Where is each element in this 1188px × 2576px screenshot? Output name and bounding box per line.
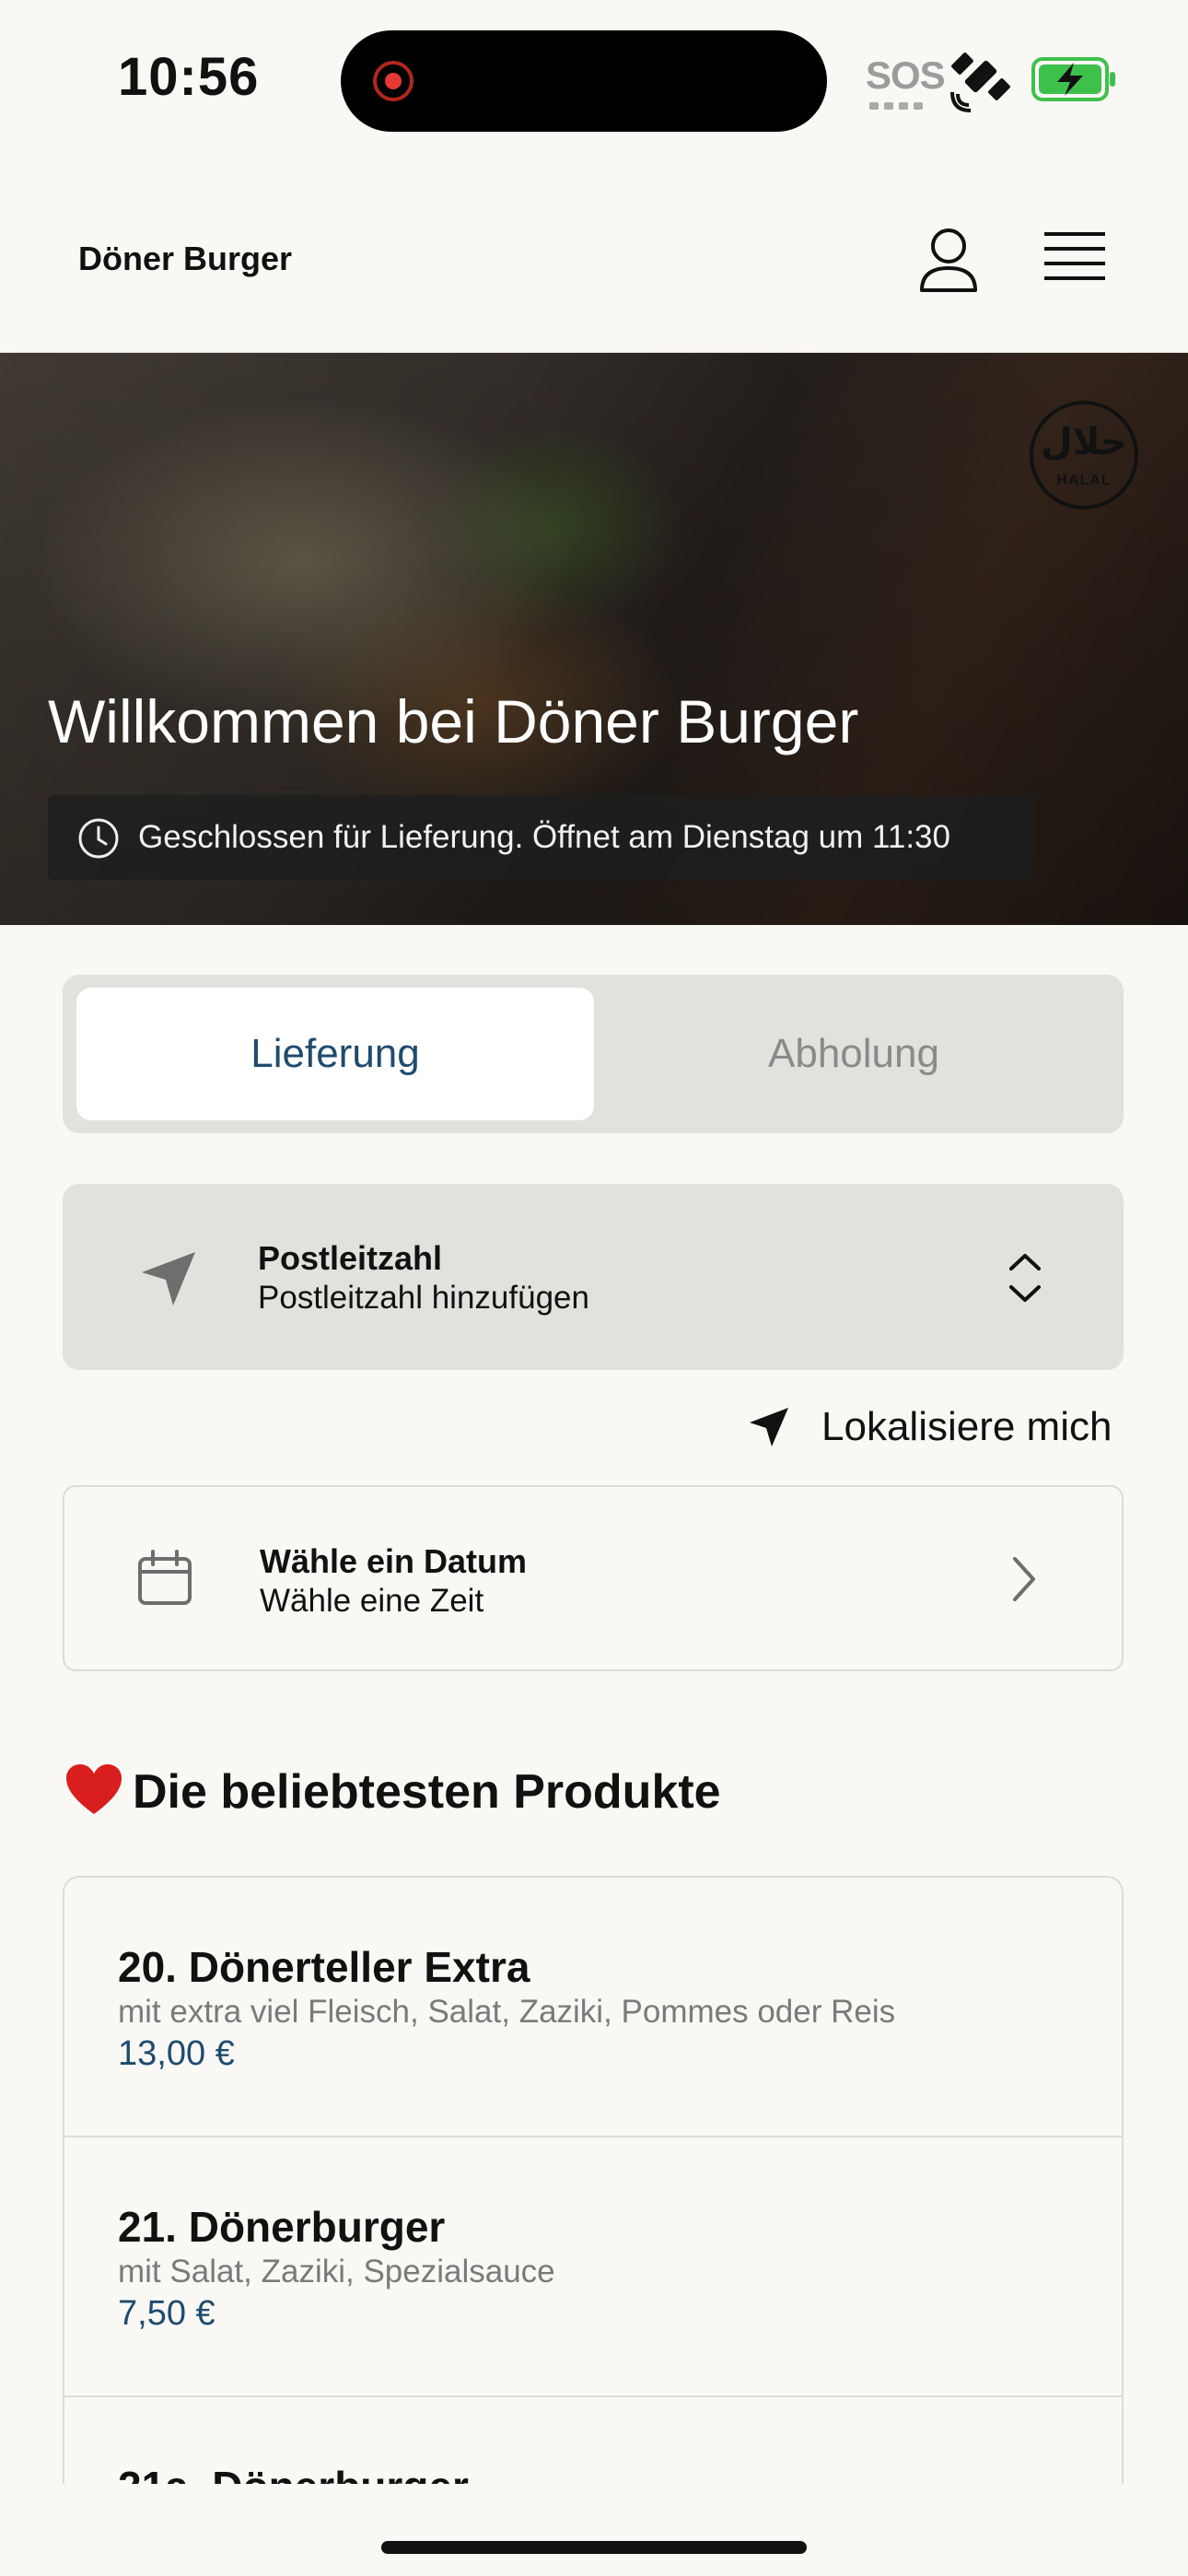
locate-me-label: Lokalisiere mich	[821, 1404, 1112, 1449]
postcode-selector[interactable]: Postleitzahl Postleitzahl hinzufügen	[63, 1184, 1124, 1370]
brand-name[interactable]: Döner Burger	[78, 240, 292, 278]
opening-status: Geschlossen für Lieferung. Öffnet am Die…	[48, 795, 1033, 880]
recording-icon	[373, 61, 413, 101]
product-description: mit extra viel Fleisch, Salat, Zaziki, P…	[118, 1994, 896, 2030]
clock-icon	[78, 818, 119, 859]
product-name: 21. Dönerburger	[118, 2203, 446, 2251]
postcode-label: Postleitzahl	[258, 1239, 443, 1277]
account-icon[interactable]	[916, 226, 981, 295]
battery-charging-icon	[1031, 57, 1115, 101]
chevron-up-down-icon	[1009, 1254, 1041, 1302]
date-time-picker[interactable]: Wähle ein Datum Wähle eine Zeit	[63, 1485, 1124, 1671]
hamburger-menu-icon[interactable]	[1042, 228, 1107, 286]
hero-title: Willkommen bei Döner Burger	[48, 687, 859, 755]
halal-arabic: حلال	[1041, 422, 1127, 463]
home-indicator[interactable]	[381, 2541, 807, 2554]
date-label: Wähle ein Datum	[260, 1542, 528, 1580]
product-item[interactable]: 20. Dönerteller Extra mit extra viel Fle…	[64, 1878, 1122, 2137]
product-name: 20. Dönerteller Extra	[118, 1943, 530, 1991]
delivery-mode-toggle: Lieferung Abholung	[63, 975, 1124, 1133]
chevron-right-icon	[1013, 1557, 1035, 1601]
opening-status-text: Geschlossen für Lieferung. Öffnet am Die…	[138, 819, 950, 855]
status-time: 10:56	[118, 47, 260, 107]
locate-me-button[interactable]: Lokalisiere mich	[746, 1400, 1125, 1456]
halal-badge: حلال HALAL	[1030, 401, 1138, 509]
status-bar: 10:56 SOS	[0, 0, 1188, 157]
tab-lieferung[interactable]: Lieferung	[76, 988, 594, 1120]
tab-abholung[interactable]: Abholung	[595, 988, 1112, 1120]
sos-indicator: SOS	[866, 53, 946, 97]
hero-banner: حلال HALAL Willkommen bei Döner Burger G…	[0, 353, 1188, 925]
halal-label: HALAL	[1056, 473, 1112, 488]
popular-products-title: Die beliebtesten Produkte	[133, 1765, 721, 1819]
location-arrow-icon	[750, 1408, 788, 1446]
product-price: 13,00 €	[118, 2034, 235, 2073]
product-list: 20. Dönerteller Extra mit extra viel Fle…	[63, 1876, 1124, 2484]
heart-icon	[66, 1764, 122, 1815]
product-item[interactable]: 21a. Dönerburger	[64, 2397, 1122, 2484]
product-name: 21a. Dönerburger	[118, 2462, 469, 2484]
sos-signal-icon	[869, 98, 928, 110]
calendar-icon	[138, 1550, 192, 1605]
time-label: Wähle eine Zeit	[260, 1583, 484, 1619]
dynamic-island	[341, 30, 827, 132]
product-description: mit Salat, Zaziki, Spezialsauce	[118, 2254, 555, 2289]
app-header: Döner Burger	[0, 157, 1188, 353]
postcode-placeholder: Postleitzahl hinzufügen	[258, 1280, 589, 1316]
popular-products-heading: Die beliebtesten Produkte	[64, 1764, 721, 1821]
product-item[interactable]: 21. Dönerburger mit Salat, Zaziki, Spezi…	[64, 2137, 1122, 2397]
location-arrow-icon	[142, 1252, 195, 1306]
product-price: 7,50 €	[118, 2294, 215, 2333]
satellite-icon	[950, 53, 1010, 112]
